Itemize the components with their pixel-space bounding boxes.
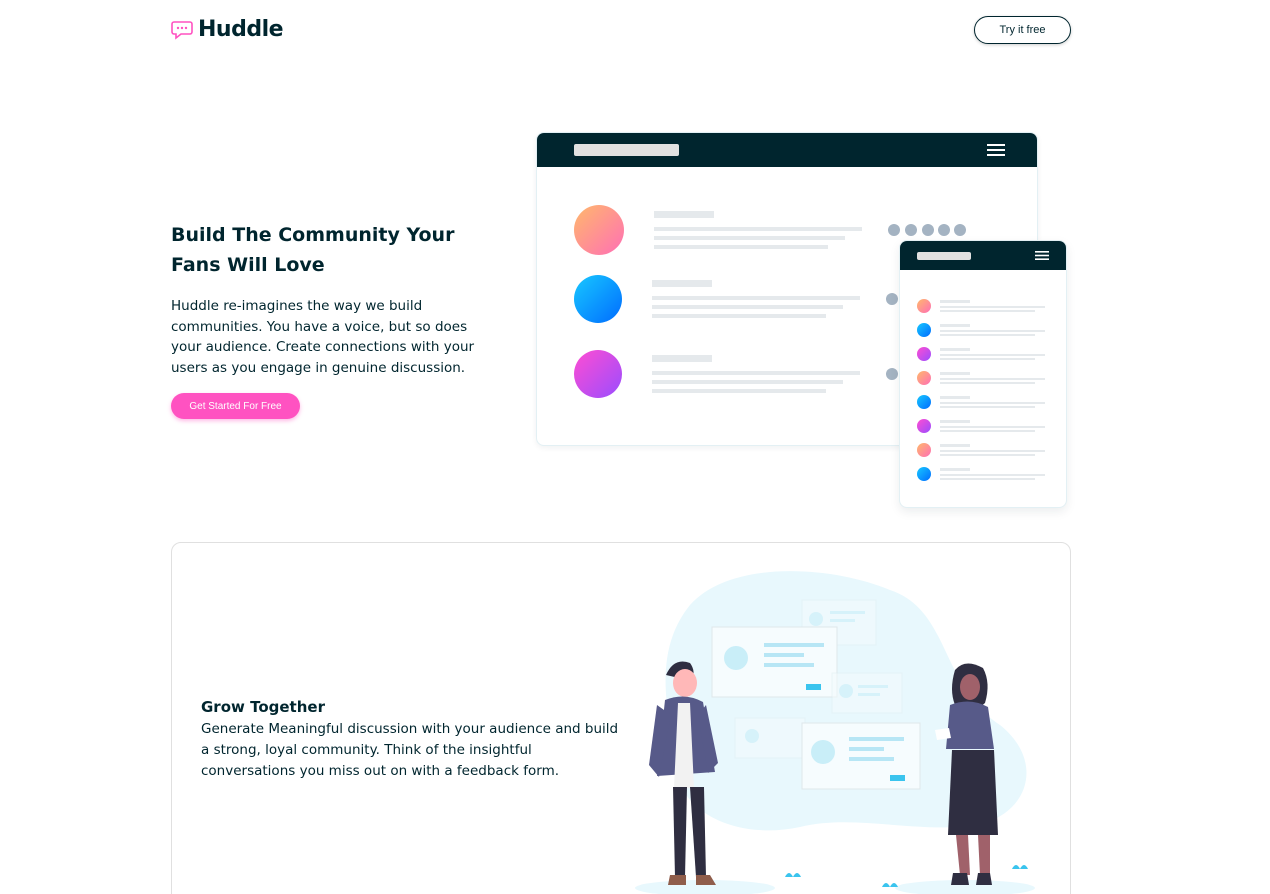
hamburger-menu-icon [1035, 251, 1049, 260]
grow-together-illustration [635, 571, 1035, 894]
hero-description: Huddle re-imagines the way we build comm… [171, 298, 475, 376]
hamburger-menu-icon [987, 144, 1005, 156]
mobile-mockup-illustration [899, 240, 1067, 508]
feature-title: Grow Together [201, 698, 325, 716]
brand-name: Huddle [198, 17, 284, 42]
feature-description: Generate Meaningful discussion with your… [201, 721, 619, 779]
hero-title: Build The Community Your Fans Will Love [171, 224, 455, 276]
chat-bubble-icon [171, 20, 193, 40]
logo[interactable]: Huddle [171, 17, 284, 42]
try-it-free-button[interactable]: Try it free [974, 16, 1071, 44]
get-started-button[interactable]: Get Started For Free [171, 393, 300, 419]
